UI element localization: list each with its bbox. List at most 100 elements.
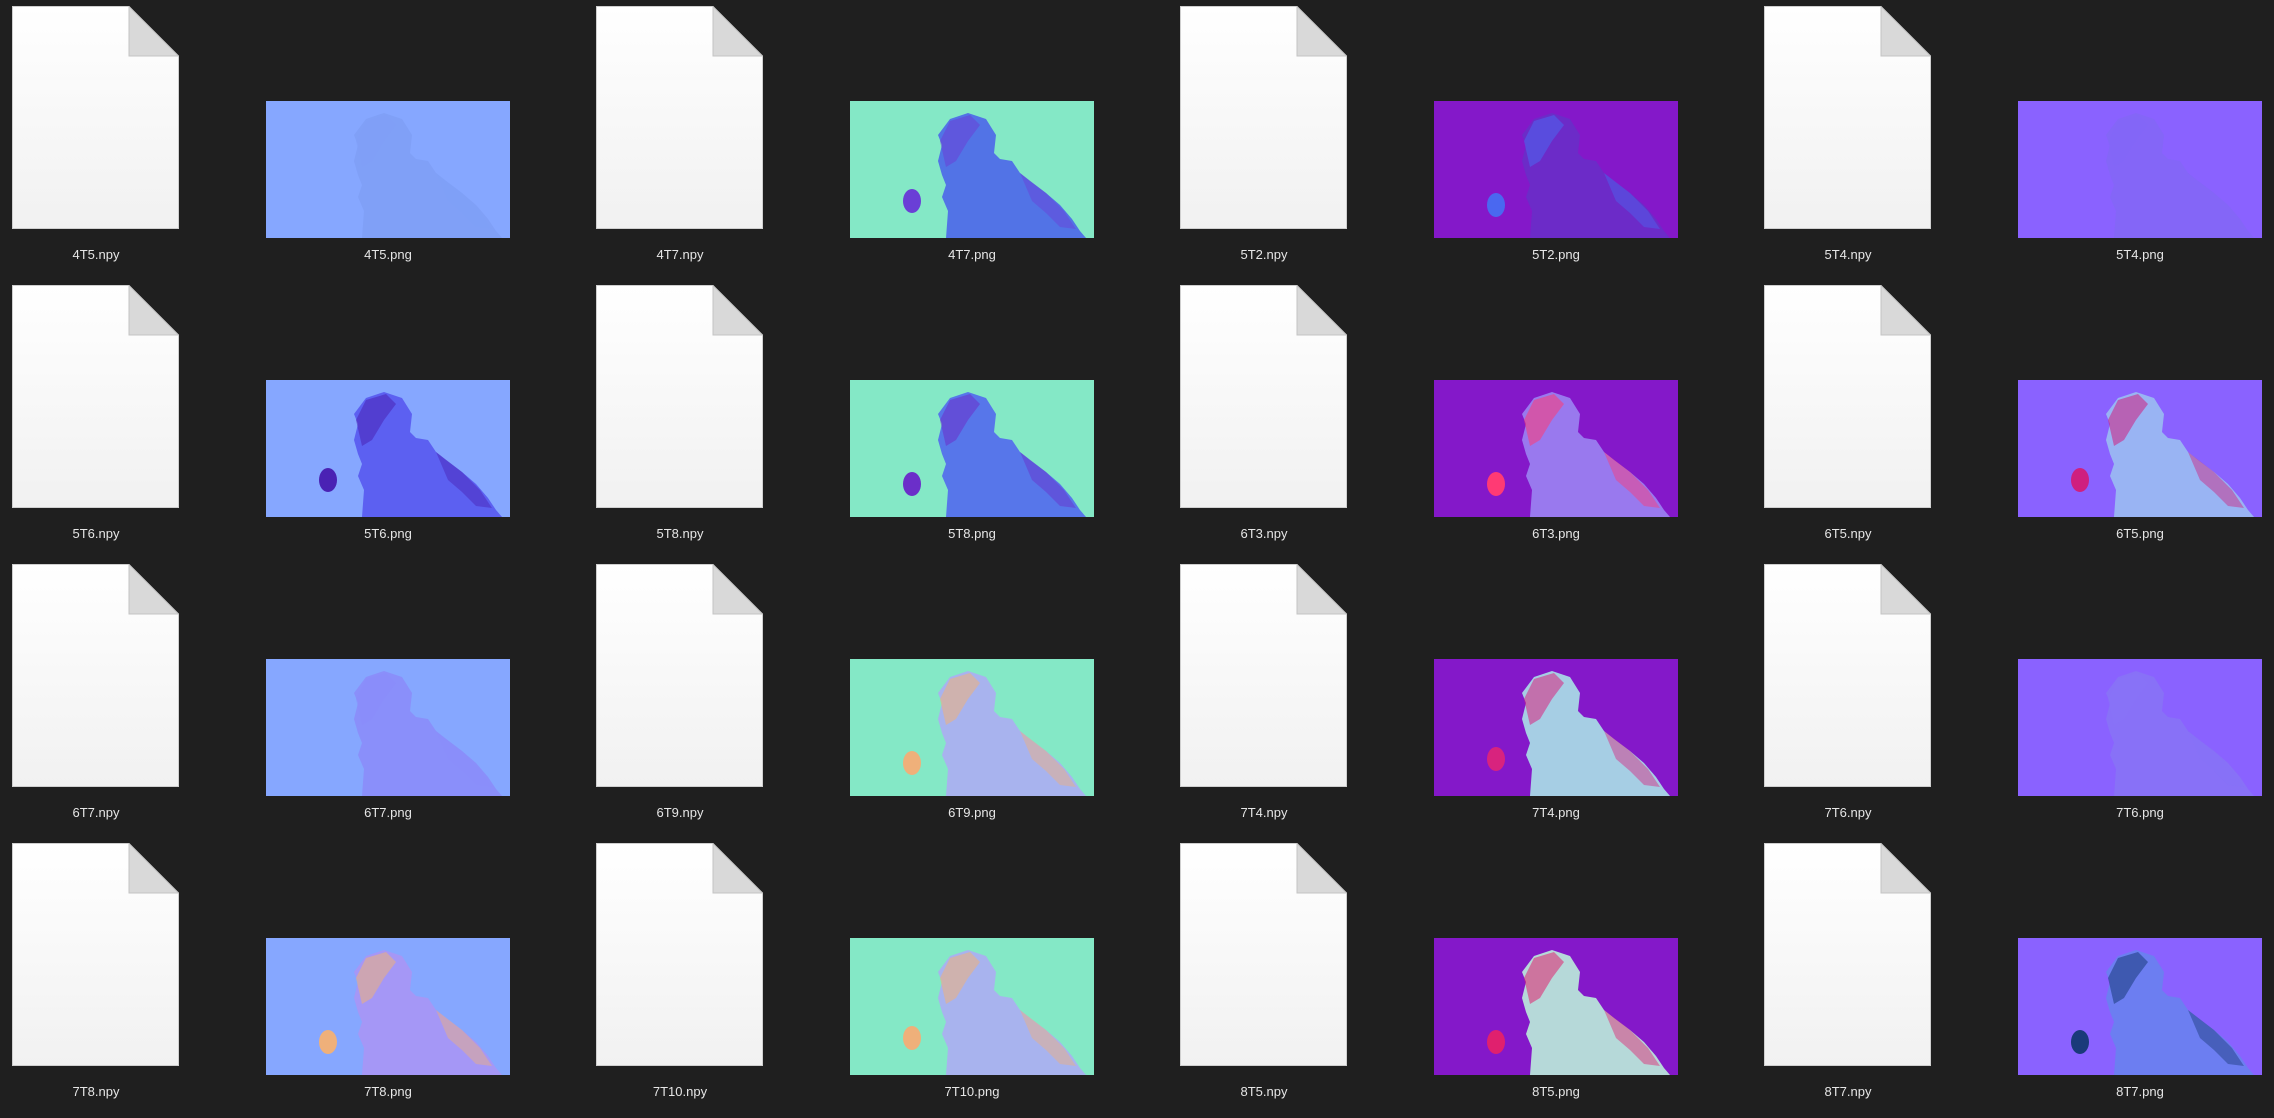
file-name-label: 5T4.npy xyxy=(1824,247,1872,262)
file-item-npy[interactable]: 7T6.npy xyxy=(1702,560,1994,839)
document-icon xyxy=(12,842,180,1066)
file-name-label: 5T2.npy xyxy=(1240,247,1288,262)
file-thumbnail xyxy=(534,839,826,1084)
file-thumbnail xyxy=(0,281,242,526)
file-item-npy[interactable]: 6T3.npy xyxy=(1118,281,1410,560)
image-preview xyxy=(850,938,1094,1075)
file-name-label: 4T5.npy xyxy=(72,247,120,262)
file-name-label: 6T9.png xyxy=(948,805,996,820)
file-item-png[interactable]: 5T2.png xyxy=(1410,2,1702,281)
image-preview xyxy=(266,938,510,1075)
document-icon xyxy=(12,5,180,229)
file-item-png[interactable]: 6T9.png xyxy=(826,560,1118,839)
file-name-label: 7T4.png xyxy=(1532,805,1580,820)
image-preview xyxy=(1434,659,1678,796)
file-item-npy[interactable]: 6T5.npy xyxy=(1702,281,1994,560)
file-thumbnail xyxy=(826,560,1118,805)
image-preview xyxy=(266,101,510,238)
document-icon xyxy=(1180,563,1348,787)
file-item-npy[interactable]: 6T7.npy xyxy=(0,560,242,839)
document-icon xyxy=(596,5,764,229)
file-item-png[interactable]: 8T7.png xyxy=(1994,839,2274,1118)
file-item-png[interactable]: 5T4.png xyxy=(1994,2,2274,281)
file-thumbnail xyxy=(1994,2,2274,247)
file-thumbnail xyxy=(1410,2,1702,247)
file-name-label: 7T10.npy xyxy=(652,1084,708,1099)
document-icon xyxy=(596,842,764,1066)
file-name-label: 6T3.npy xyxy=(1240,526,1288,541)
file-item-png[interactable]: 6T3.png xyxy=(1410,281,1702,560)
file-item-npy[interactable]: 5T6.npy xyxy=(0,281,242,560)
file-thumbnail xyxy=(242,560,534,805)
file-name-label: 7T8.png xyxy=(364,1084,412,1099)
image-preview xyxy=(2018,380,2262,517)
file-name-label: 5T4.png xyxy=(2116,247,2164,262)
file-name-label: 6T3.png xyxy=(1532,526,1580,541)
file-name-label: 5T2.png xyxy=(1532,247,1580,262)
file-thumbnail xyxy=(1702,560,1994,805)
document-icon xyxy=(1180,284,1348,508)
image-preview xyxy=(2018,659,2262,796)
file-name-label: 5T8.png xyxy=(948,526,996,541)
file-item-png[interactable]: 5T8.png xyxy=(826,281,1118,560)
file-thumbnail xyxy=(1118,560,1410,805)
file-item-png[interactable]: 8T5.png xyxy=(1410,839,1702,1118)
file-thumbnail xyxy=(1410,839,1702,1084)
file-thumbnail xyxy=(1702,839,1994,1084)
file-name-label: 5T6.npy xyxy=(72,526,120,541)
document-icon xyxy=(596,563,764,787)
file-item-npy[interactable]: 7T4.npy xyxy=(1118,560,1410,839)
file-thumbnail xyxy=(1410,281,1702,526)
file-thumbnail xyxy=(1118,2,1410,247)
file-item-png[interactable]: 6T7.png xyxy=(242,560,534,839)
document-icon xyxy=(1764,5,1932,229)
file-item-png[interactable]: 4T7.png xyxy=(826,2,1118,281)
file-item-npy[interactable]: 4T5.npy xyxy=(0,2,242,281)
file-name-label: 6T5.npy xyxy=(1824,526,1872,541)
file-thumbnail xyxy=(242,839,534,1084)
file-item-png[interactable]: 4T5.png xyxy=(242,2,534,281)
file-item-npy[interactable]: 5T4.npy xyxy=(1702,2,1994,281)
file-item-npy[interactable]: 7T8.npy xyxy=(0,839,242,1118)
file-thumbnail xyxy=(826,2,1118,247)
file-name-label: 8T5.npy xyxy=(1240,1084,1288,1099)
file-name-label: 8T5.png xyxy=(1532,1084,1580,1099)
file-item-npy[interactable]: 8T5.npy xyxy=(1118,839,1410,1118)
image-preview xyxy=(266,380,510,517)
file-thumbnail xyxy=(1702,281,1994,526)
file-name-label: 4T5.png xyxy=(364,247,412,262)
file-item-npy[interactable]: 4T7.npy xyxy=(534,2,826,281)
file-item-npy[interactable]: 5T2.npy xyxy=(1118,2,1410,281)
file-item-png[interactable]: 5T6.png xyxy=(242,281,534,560)
image-preview xyxy=(850,101,1094,238)
file-thumbnail xyxy=(0,839,242,1084)
file-item-png[interactable]: 7T4.png xyxy=(1410,560,1702,839)
file-thumbnail xyxy=(826,839,1118,1084)
file-item-npy[interactable]: 6T9.npy xyxy=(534,560,826,839)
image-preview xyxy=(266,659,510,796)
file-thumbnail xyxy=(1994,839,2274,1084)
file-item-png[interactable]: 7T8.png xyxy=(242,839,534,1118)
image-preview xyxy=(850,380,1094,517)
file-item-png[interactable]: 6T5.png xyxy=(1994,281,2274,560)
document-icon xyxy=(1180,842,1348,1066)
file-name-label: 5T6.png xyxy=(364,526,412,541)
document-icon xyxy=(1764,284,1932,508)
file-item-png[interactable]: 7T6.png xyxy=(1994,560,2274,839)
file-item-npy[interactable]: 8T7.npy xyxy=(1702,839,1994,1118)
file-thumbnail xyxy=(1994,281,2274,526)
file-thumbnail xyxy=(826,281,1118,526)
file-name-label: 7T8.npy xyxy=(72,1084,120,1099)
file-thumbnail xyxy=(1118,281,1410,526)
file-item-png[interactable]: 7T10.png xyxy=(826,839,1118,1118)
file-name-label: 6T7.npy xyxy=(72,805,120,820)
file-thumbnail xyxy=(534,2,826,247)
file-thumbnail xyxy=(0,2,242,247)
document-icon xyxy=(1180,5,1348,229)
document-icon xyxy=(1764,842,1932,1066)
file-item-npy[interactable]: 7T10.npy xyxy=(534,839,826,1118)
file-item-npy[interactable]: 5T8.npy xyxy=(534,281,826,560)
file-name-label: 7T6.npy xyxy=(1824,805,1872,820)
file-name-label: 4T7.png xyxy=(948,247,996,262)
file-name-label: 7T10.png xyxy=(944,1084,1000,1099)
